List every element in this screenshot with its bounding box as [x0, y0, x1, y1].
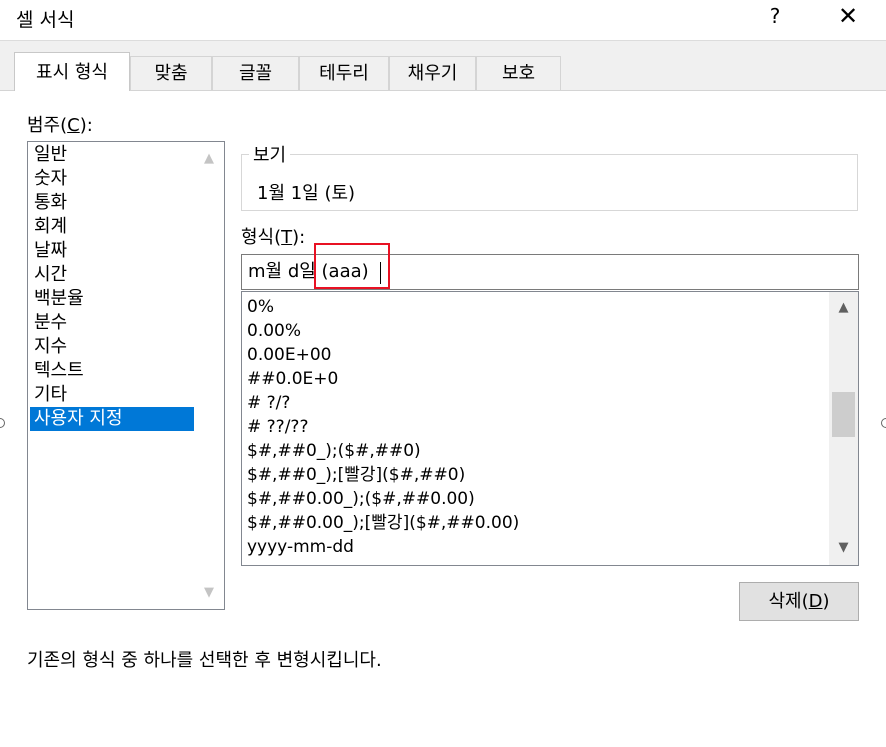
highlight-box — [314, 243, 390, 289]
category-item-accounting[interactable]: 회계 — [30, 215, 194, 239]
tab-alignment[interactable]: 맞춤 — [130, 56, 212, 90]
title-bar — [0, 0, 886, 41]
sample-label: 보기 — [249, 141, 291, 167]
format-label: 형식(T): — [241, 227, 306, 248]
category-item-text[interactable]: 텍스트 — [30, 359, 194, 383]
resize-handle-right[interactable] — [881, 418, 886, 428]
format-item[interactable]: 0.00E+00 — [247, 343, 331, 367]
format-item[interactable]: $#,##0.00_);[빨강]($#,##0.00) — [247, 511, 519, 535]
category-item-fraction[interactable]: 분수 — [30, 311, 194, 335]
tab-fill[interactable]: 채우기 — [389, 56, 476, 90]
category-item-special[interactable]: 기타 — [30, 383, 194, 407]
category-item-number[interactable]: 숫자 — [30, 167, 194, 191]
format-item[interactable]: 0.00% — [247, 319, 301, 343]
tab-protection[interactable]: 보호 — [476, 56, 561, 90]
category-item-date[interactable]: 날짜 — [30, 239, 194, 263]
tab-font[interactable]: 글꼴 — [212, 56, 299, 90]
category-item-scientific[interactable]: 지수 — [30, 335, 194, 359]
format-item[interactable]: # ?/? — [247, 391, 290, 415]
format-list[interactable]: 0% 0.00% 0.00E+00 ##0.0E+0 # ?/? # ??/??… — [241, 291, 859, 566]
close-button[interactable]: ✕ — [825, 0, 871, 32]
format-item[interactable]: yyyy-mm-dd — [247, 535, 354, 559]
format-item[interactable]: $#,##0_);($#,##0) — [247, 439, 421, 463]
category-item-general[interactable]: 일반 — [30, 143, 194, 167]
chevron-up-icon[interactable]: ▲ — [199, 151, 219, 167]
tab-border[interactable]: 테두리 — [299, 56, 389, 90]
format-scrollbar[interactable]: ▲ ▼ — [829, 292, 858, 565]
format-item[interactable]: # ??/?? — [247, 415, 308, 439]
description-text: 기존의 형식 중 하나를 선택한 후 변형시킵니다. — [27, 650, 382, 671]
close-icon: ✕ — [837, 2, 859, 30]
chevron-up-icon[interactable]: ▲ — [832, 300, 855, 318]
category-item-custom[interactable]: 사용자 지정 — [30, 407, 194, 431]
dialog-title: 셀 서식 — [16, 9, 75, 31]
category-scrollbar[interactable]: ▲ ▼ — [195, 142, 224, 609]
sample-value: 1월 1일 (토) — [257, 183, 356, 204]
category-item-currency[interactable]: 통화 — [30, 191, 194, 215]
chevron-down-icon[interactable]: ▼ — [199, 585, 219, 601]
format-item[interactable]: ##0.0E+0 — [247, 367, 338, 391]
tab-number-format[interactable]: 표시 형식 — [14, 52, 130, 91]
chevron-down-icon[interactable]: ▼ — [832, 540, 855, 558]
help-button[interactable]: ? — [760, 0, 790, 32]
delete-button[interactable]: 삭제(D) — [739, 582, 859, 621]
format-item[interactable]: $#,##0_);[빨강]($#,##0) — [247, 463, 465, 487]
scrollbar-thumb[interactable] — [832, 392, 855, 437]
category-label: 범주(C): — [27, 115, 93, 136]
format-item[interactable]: 0% — [247, 295, 274, 319]
category-item-time[interactable]: 시간 — [30, 263, 194, 287]
format-item[interactable]: $#,##0.00_);($#,##0.00) — [247, 487, 475, 511]
category-item-percentage[interactable]: 백분율 — [30, 287, 194, 311]
